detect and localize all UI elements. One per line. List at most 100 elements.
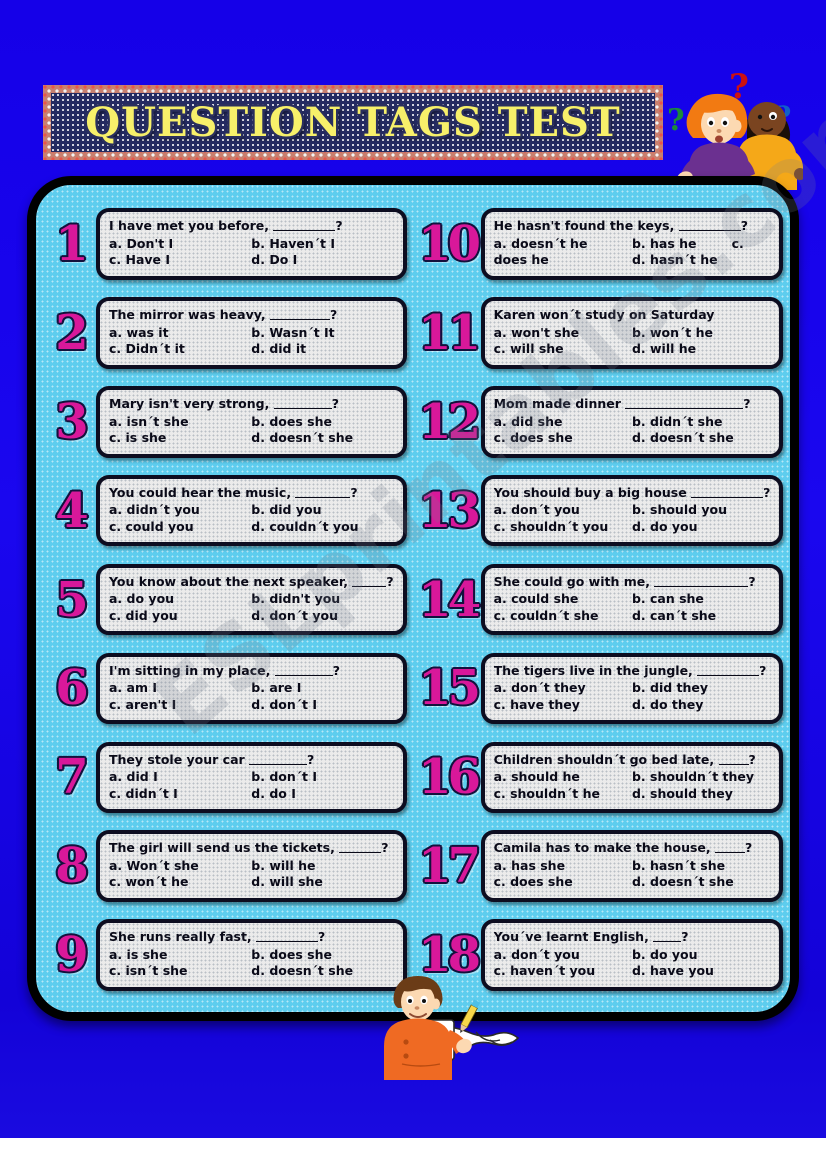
option-choice[interactable]: d. don´t you xyxy=(251,608,393,625)
question-box[interactable]: Mary isn't very strong, ? a. isn´t she b. … xyxy=(96,386,407,458)
option-choice[interactable]: d. will she xyxy=(251,874,393,891)
option-choice[interactable]: c. is she xyxy=(109,430,251,447)
option-choice[interactable]: b. shouldn´t they xyxy=(632,769,770,786)
question-box[interactable]: She could go with me, ? a. could she b. ca… xyxy=(480,563,784,636)
option-choice[interactable]: c. shouldn´t you xyxy=(494,519,632,536)
option-choice[interactable]: d. have you xyxy=(632,963,770,980)
answer-blank[interactable] xyxy=(274,665,333,676)
option-choice[interactable]: b. are I xyxy=(251,680,393,697)
option-choice[interactable]: b. will he xyxy=(251,858,393,875)
question-box[interactable]: Karen won´t study on Saturday a. won't sh… xyxy=(480,297,784,369)
option-choice[interactable]: c. does she xyxy=(494,430,632,447)
answer-blank[interactable] xyxy=(697,665,760,676)
option-choice[interactable]: b. don´t I xyxy=(251,769,393,786)
option-choice[interactable]: c. won´t he xyxy=(109,874,251,891)
option-choice[interactable]: c. did you xyxy=(109,608,251,625)
question-box[interactable]: You´ve learnt English, ? a. don´t you b. d… xyxy=(480,919,784,991)
question-box[interactable]: The tigers live in the jungle, ? a. don´t… xyxy=(480,652,784,725)
question-box[interactable]: Children shouldn´t go bed late, ? a. shou… xyxy=(480,741,784,813)
option-choice[interactable]: d. do they xyxy=(632,697,770,714)
option-choice[interactable]: a. doesn´t he xyxy=(494,236,632,253)
answer-blank[interactable] xyxy=(715,842,745,854)
option-choice[interactable]: d. hasn´t he xyxy=(632,252,770,269)
answer-blank[interactable] xyxy=(339,842,382,854)
question-box[interactable]: I have met you before, ? a. Don't Ib. Hav… xyxy=(96,208,407,280)
option-choice[interactable]: c. could you xyxy=(109,519,251,536)
question-box[interactable]: You know about the next speaker, ? a. do … xyxy=(96,563,407,636)
option-choice[interactable]: d. Do I xyxy=(251,252,393,269)
option-choice[interactable]: c. isn´t she xyxy=(109,963,251,980)
option-choice[interactable]: d. do you xyxy=(632,519,770,536)
answer-blank[interactable] xyxy=(295,487,351,498)
option-choice[interactable]: b. did you xyxy=(251,502,393,519)
option-choice[interactable]: d. don´t I xyxy=(251,697,393,714)
option-choice[interactable]: b. has he xyxy=(632,236,732,253)
question-box[interactable]: You could hear the music, ? a. didn´t you… xyxy=(96,474,407,547)
option-choice[interactable]: c. does she xyxy=(494,874,632,891)
option-choice[interactable]: c. aren't I xyxy=(109,697,251,714)
option-choice[interactable]: d. doesn´t she xyxy=(632,874,770,891)
answer-blank[interactable] xyxy=(273,220,336,232)
question-box[interactable]: They stole your car ? a. did Ib. don´t Ic… xyxy=(96,741,407,813)
option-choice[interactable]: c. xyxy=(732,236,771,253)
option-choice[interactable]: a. did I xyxy=(109,769,251,786)
question-box[interactable]: Camila has to make the house, ? a. has sh… xyxy=(480,830,784,902)
option-choice[interactable]: d. will he xyxy=(632,341,770,358)
option-choice[interactable]: b. does she xyxy=(251,947,393,964)
option-choice[interactable]: c. Have I xyxy=(109,252,251,269)
answer-blank[interactable] xyxy=(678,220,741,232)
answer-blank[interactable] xyxy=(718,754,749,765)
option-choice[interactable]: d. couldn´t you xyxy=(251,519,393,536)
option-choice[interactable]: d. doesn´t she xyxy=(251,430,393,447)
option-choice[interactable]: a. don´t they xyxy=(494,680,632,697)
option-choice[interactable]: d. did it xyxy=(251,341,393,358)
option-choice[interactable]: does he xyxy=(494,252,632,269)
question-box[interactable]: The girl will send us the tickets, ? a. W… xyxy=(96,830,407,902)
question-box[interactable]: I'm sitting in my place, ? a. am Ib. are … xyxy=(96,652,407,725)
option-choice[interactable]: d. do I xyxy=(251,786,393,803)
option-choice[interactable]: b. should you xyxy=(632,502,770,519)
option-choice[interactable]: b. do you xyxy=(632,947,770,964)
answer-blank[interactable] xyxy=(256,931,319,943)
option-choice[interactable]: b. won´t he xyxy=(632,325,770,342)
option-choice[interactable]: a. Won´t she xyxy=(109,858,251,875)
option-choice[interactable]: d. can´t she xyxy=(632,608,770,625)
answer-blank[interactable] xyxy=(270,309,331,321)
option-choice[interactable]: c. couldn´t she xyxy=(494,608,632,625)
question-box[interactable]: You should buy a big house ? a. don´t you… xyxy=(480,474,784,547)
question-box[interactable]: Mom made dinner ? a. did she b. didn´t she… xyxy=(480,386,784,458)
question-box[interactable]: He hasn't found the keys, ? a. doesn´t he… xyxy=(480,208,784,280)
answer-blank[interactable] xyxy=(654,576,749,587)
option-choice[interactable]: a. was it xyxy=(109,325,251,342)
option-choice[interactable]: a. didn´t you xyxy=(109,502,251,519)
question-box[interactable]: The mirror was heavy, ? a. was it b. Wasn´… xyxy=(96,297,407,369)
option-choice[interactable]: a. Don't I xyxy=(109,236,251,253)
option-choice[interactable]: c. shouldn´t he xyxy=(494,786,632,803)
option-choice[interactable]: b. hasn´t she xyxy=(632,858,770,875)
answer-blank[interactable] xyxy=(653,931,682,943)
option-choice[interactable]: a. don´t you xyxy=(494,502,632,519)
option-choice[interactable]: b. Haven´t I xyxy=(251,236,393,253)
option-choice[interactable]: b. Wasn´t It xyxy=(251,325,393,342)
option-choice[interactable]: b. didn't you xyxy=(251,591,393,608)
option-choice[interactable]: a. should he xyxy=(494,769,632,786)
option-choice[interactable]: a. am I xyxy=(109,680,251,697)
option-choice[interactable]: a. won't she xyxy=(494,325,632,342)
option-choice[interactable]: d. should they xyxy=(632,786,770,803)
option-choice[interactable]: a. do you xyxy=(109,591,251,608)
answer-blank[interactable] xyxy=(352,576,387,587)
option-choice[interactable]: a. could she xyxy=(494,591,632,608)
option-choice[interactable]: c. didn´t I xyxy=(109,786,251,803)
option-choice[interactable]: b. does she xyxy=(251,414,393,431)
option-choice[interactable]: d. doesn´t she xyxy=(632,430,770,447)
option-choice[interactable]: a. isn´t she xyxy=(109,414,251,431)
option-choice[interactable]: c. will she xyxy=(494,341,632,358)
question-box[interactable]: She runs really fast, ? a. is she b. does … xyxy=(96,919,407,991)
option-choice[interactable]: c. Didn´t it xyxy=(109,341,251,358)
answer-blank[interactable] xyxy=(273,398,332,409)
option-choice[interactable]: a. did she xyxy=(494,414,632,431)
answer-blank[interactable] xyxy=(249,754,308,765)
answer-blank[interactable] xyxy=(691,487,764,498)
option-choice[interactable]: a. has she xyxy=(494,858,632,875)
answer-blank[interactable] xyxy=(625,398,744,409)
